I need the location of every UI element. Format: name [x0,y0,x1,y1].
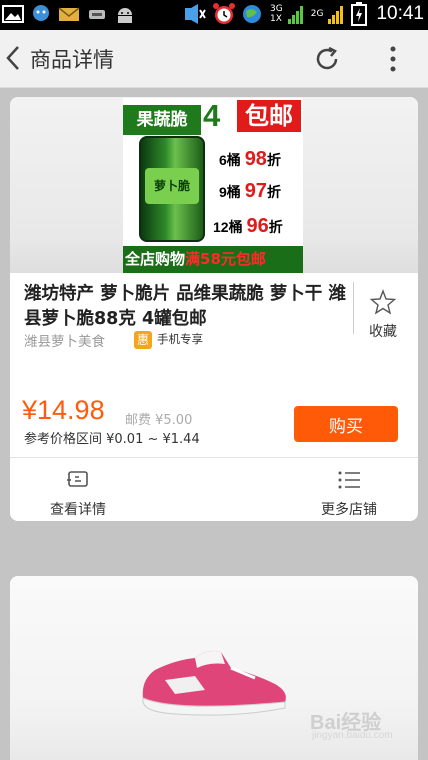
alarm-icon [213,3,236,24]
view-detail-button[interactable]: 查看详情 [28,469,128,519]
ad-count: 4 [203,98,221,133]
product-name[interactable]: 潍坊特产 萝卜脆片 品维果蔬脆 萝卜干 潍县萝卜脆88克 4罐包邮 [24,282,350,332]
shop-name[interactable]: 潍县萝卜美食 [24,330,105,350]
shipping-fee: 邮费 ¥5.00 [125,413,193,428]
ad-free-shipping: 包邮 [237,100,301,132]
clock: 10:41 [376,3,424,24]
divider [10,457,418,458]
deal-row: 9桶 97折 [219,180,281,202]
more-shops-button[interactable]: 更多店铺 [299,469,399,519]
status-bar: 3G 1X 2G 10:41 [0,0,428,30]
mobile-exclusive-label: 手机专享 [157,332,203,346]
app-header: 商品详情 [0,30,428,88]
deal-row: 12桶 96折 [213,215,283,237]
gallery-icon [2,5,24,23]
price: ¥14.98 [22,395,105,425]
favorite-button[interactable]: 收藏 [366,289,400,341]
battery-charging-icon [351,2,368,26]
buy-button[interactable]: 购买 [294,406,398,442]
network-2g-indicator: 2G [310,9,324,19]
back-icon[interactable] [2,43,26,73]
watermark-url: jingyan.baidu.com [312,730,393,741]
reference-price: 参考价格区间 ¥0.01 ~ ¥1.44 [24,432,200,447]
product-card[interactable]: Bai经验 jingyan.baidu.com [10,576,418,760]
product-image-area: Bai经验 jingyan.baidu.com [10,576,418,760]
star-icon [369,289,397,315]
signal-2g-icon [328,6,344,24]
ad-bottom-banner: 全店购物满58元包邮 [123,246,303,273]
detail-icon [67,471,88,487]
shoe-image [142,650,286,716]
product-card: 果蔬脆 4 包邮 萝卜脆 6桶 98折 9桶 97折 12桶 96折 全店购物满… [10,97,418,521]
usb-icon [89,10,105,19]
android-icon [118,8,132,23]
product-image-area[interactable]: 果蔬脆 4 包邮 萝卜脆 6桶 98折 9桶 97折 12桶 96折 全店购物满… [10,97,418,273]
more-shops-label: 更多店铺 [321,502,377,518]
mobile-exclusive-badge: 惠 [134,331,152,349]
refresh-icon[interactable] [312,44,342,74]
network-3g-indicator: 3G 1X [270,4,283,24]
more-menu-icon[interactable] [386,44,400,74]
view-detail-label: 查看详情 [50,502,106,518]
globe-sync-icon [243,5,262,23]
page-title: 商品详情 [30,48,114,72]
mail-icon [58,7,80,21]
qq-icon [33,5,49,21]
signal-icon [287,6,303,24]
can-label: 萝卜脆 [145,168,199,204]
favorite-label: 收藏 [369,324,397,340]
ad-title-label: 果蔬脆 [123,105,201,135]
product-image: 果蔬脆 4 包邮 萝卜脆 6桶 98折 9桶 97折 12桶 96折 全店购物满… [123,98,303,273]
vibrate-mute-icon [185,4,206,24]
deal-row: 6桶 98折 [219,148,281,170]
divider [353,282,354,334]
list-icon [338,471,360,489]
